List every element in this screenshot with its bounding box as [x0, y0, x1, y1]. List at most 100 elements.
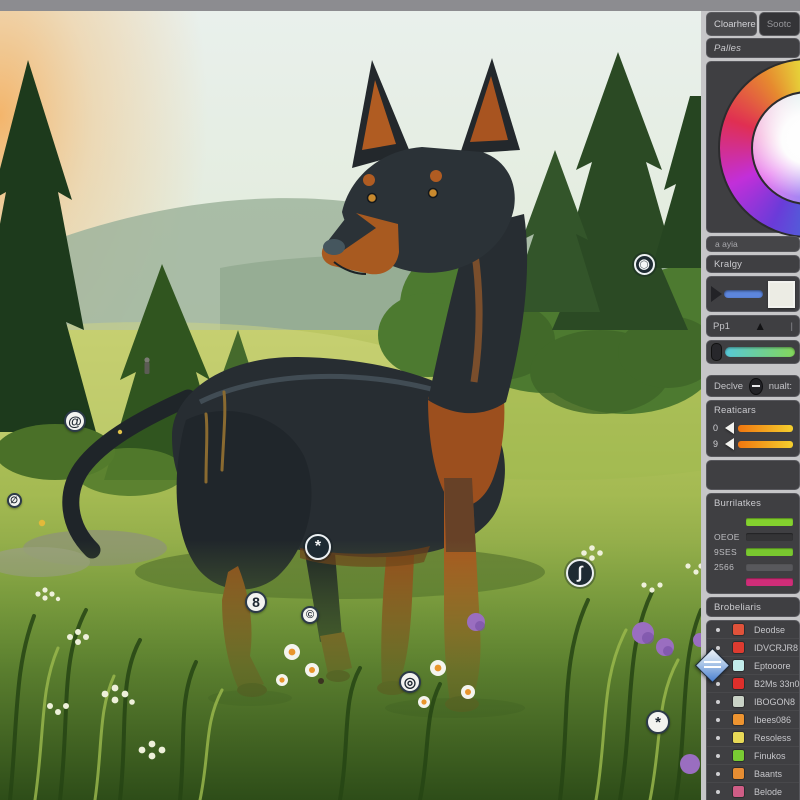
layer-visibility-dot-icon[interactable] [716, 717, 720, 722]
layer-color-swatch[interactable] [733, 624, 744, 635]
layer-visibility-dot-icon[interactable] [716, 789, 720, 794]
canvas-annotation-badge[interactable]: ∅ [6, 492, 22, 508]
color-wheel-panel [706, 58, 800, 238]
layer-row[interactable]: Deodse [707, 621, 799, 638]
layer-name: Eptooore [754, 660, 791, 671]
collapse-minus-icon[interactable] [749, 377, 763, 395]
spinner-up-icon[interactable]: ▲ [730, 319, 791, 333]
row-label: 9SES [714, 546, 737, 557]
burrilatkes-panel: Burrilatkes OEOE 9SES 2566 [706, 493, 800, 594]
layer-name: B2Ms 33n0 [754, 678, 800, 689]
blue-slider[interactable] [724, 290, 763, 298]
layer-color-swatch[interactable] [733, 678, 744, 689]
layer-row[interactable]: Belode [707, 782, 799, 800]
empty-panel [706, 460, 800, 490]
sidebar: Cloarhere Sootc Palles a ayia Kralgy Pp1 … [694, 12, 800, 800]
canvas-annotation-badge[interactable]: ∫ [566, 559, 594, 587]
palettes-header-panel[interactable]: Palles [706, 38, 800, 58]
layer-color-swatch[interactable] [733, 750, 744, 761]
reaticars-slider-row: 9 [707, 436, 799, 452]
color-wheel-inner-disc[interactable] [751, 91, 800, 205]
layer-name: IBOGON8 [754, 696, 796, 707]
tab-sootc[interactable]: Sootc [758, 12, 800, 36]
layer-visibility-dot-icon[interactable] [716, 771, 720, 776]
layer-color-swatch[interactable] [733, 642, 744, 653]
layer-color-swatch[interactable] [733, 660, 744, 671]
reaticars-slider-row: 0 [707, 420, 799, 436]
layer-row[interactable]: IDVCRJR8 [707, 638, 799, 656]
canvas-annotation-badge[interactable]: @ [64, 410, 86, 432]
burrilatkes-row: OEOE [707, 530, 799, 543]
canvas-annotation-badge[interactable]: © [301, 606, 319, 624]
gradient-slider-panel [706, 340, 800, 364]
declve-label: Declve [714, 380, 744, 392]
layer-row[interactable]: IBOGON8 [707, 692, 799, 710]
layer-visibility-dot-icon[interactable] [716, 627, 720, 632]
layer-visibility-dot-icon[interactable] [716, 753, 720, 758]
artwork-dog-meadow [0, 11, 701, 800]
layer-row[interactable]: Finukos [707, 746, 799, 764]
value-bar[interactable] [746, 562, 793, 571]
window-top-bar [0, 0, 800, 11]
layer-visibility-dot-icon[interactable] [716, 681, 720, 686]
layer-name: Baants [754, 768, 783, 779]
layer-visibility-dot-icon[interactable] [716, 735, 720, 740]
value-bar[interactable] [746, 532, 793, 541]
burrilatkes-row: 2566 [707, 560, 799, 573]
layer-color-swatch[interactable] [733, 732, 744, 743]
canvas-annotation-badge[interactable]: * [305, 534, 331, 560]
gradient-slider[interactable] [725, 347, 795, 357]
canvas-viewport[interactable]: @ ∅ ◉ * 8 © ∫ ◎ * [0, 11, 701, 800]
slider-value: 0 [713, 423, 719, 433]
layer-row[interactable]: Baants [707, 764, 799, 782]
slider-handle-icon[interactable] [711, 286, 722, 302]
slider-handle-icon[interactable] [725, 422, 734, 434]
layer-visibility-dot-icon[interactable] [716, 699, 720, 704]
layer-color-swatch[interactable] [733, 768, 744, 779]
slider-value: 9 [713, 439, 719, 449]
layer-name: Deodse [754, 624, 786, 635]
layer-visibility-dot-icon[interactable] [716, 645, 720, 650]
gradient-range-slider[interactable] [738, 440, 793, 448]
layer-row[interactable]: B2Ms 33n0 [707, 674, 800, 692]
reaticars-panel: Reaticars 0 9 [706, 400, 800, 457]
gradient-slider-handle[interactable] [711, 343, 722, 361]
layer-name: IDVCRJR8 [754, 642, 799, 653]
layer-name: Belode [754, 786, 783, 797]
layer-name: Ibees086 [754, 714, 792, 725]
row-label: OEOE [714, 531, 740, 542]
gradient-range-slider[interactable] [738, 424, 793, 432]
sidebar-tabs: Cloarhere Sootc [706, 12, 800, 36]
color-section-label: Kralgy [714, 259, 743, 270]
app-window: @ ∅ ◉ * 8 © ∫ ◎ * Cloarhere Sootc Palles a ayia K… [0, 0, 800, 800]
canvas-annotation-badge[interactable]: ◎ [399, 671, 421, 693]
value-bar[interactable] [746, 517, 793, 526]
burrilatkes-row [707, 575, 799, 588]
slider-handle-icon[interactable] [725, 438, 734, 450]
layers-header-panel[interactable]: Brobeliaris [706, 597, 800, 617]
layer-row[interactable]: Resoless [707, 728, 799, 746]
pp-label: Pp1 [713, 320, 730, 332]
canvas-annotation-badge[interactable]: ◉ [633, 253, 655, 275]
layer-name: Resoless [754, 732, 792, 743]
layers-header-label: Brobeliaris [714, 602, 762, 613]
section-bar[interactable]: a ayia [706, 236, 800, 252]
tab-cloarhere[interactable]: Cloarhere [706, 12, 757, 36]
burrilatkes-row: 9SES [707, 545, 799, 558]
value-bar[interactable] [746, 577, 793, 586]
canvas-annotation-badge[interactable]: * [646, 710, 670, 734]
palettes-header-label: Palles [714, 43, 742, 54]
value-bar[interactable] [746, 547, 793, 556]
color-swatch-preview[interactable] [768, 280, 795, 308]
declve-row-panel: Declve nualt: [706, 375, 800, 397]
layers-list-panel: Deodse IDVCRJR8 Eptooore B2Ms 33n0 IBOGON8 Ib… [694, 620, 800, 800]
row-label: 2566 [714, 561, 735, 572]
layer-color-swatch[interactable] [733, 714, 744, 725]
blue-slider-panel [706, 276, 800, 312]
canvas-annotation-badge[interactable]: 8 [245, 591, 267, 613]
layer-row[interactable]: Ibees086 [707, 710, 799, 728]
layer-color-swatch[interactable] [733, 786, 744, 797]
color-wheel[interactable] [718, 58, 800, 238]
layer-color-swatch[interactable] [733, 696, 744, 707]
color-section-header[interactable]: Kralgy [706, 255, 800, 273]
